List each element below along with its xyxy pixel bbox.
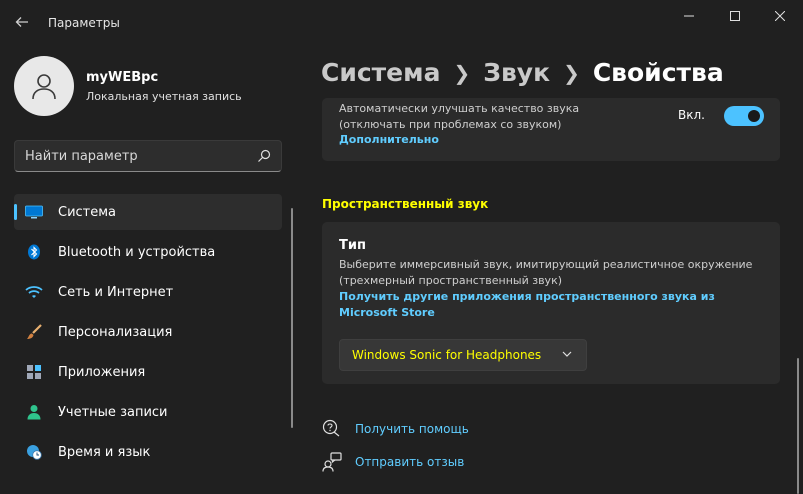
sidebar-item-label: Время и язык xyxy=(58,445,151,460)
feedback-icon xyxy=(322,452,342,472)
get-help-label: Получить помощь xyxy=(355,422,469,436)
sidebar-item-label: Персонализация xyxy=(58,325,173,340)
enhance-audio-toggle[interactable] xyxy=(724,106,764,126)
spatial-description: Выберите иммерсивный звук, имитирующий р… xyxy=(339,258,753,287)
sidebar-item-label: Сеть и Интернет xyxy=(58,285,174,300)
spatial-type-title: Тип xyxy=(339,238,366,253)
breadcrumb-system[interactable]: Система xyxy=(321,58,440,87)
search-input[interactable] xyxy=(25,141,245,171)
back-button[interactable] xyxy=(8,8,36,36)
main-scrollbar[interactable] xyxy=(797,358,799,494)
chevron-right-icon: ❯ xyxy=(453,60,471,85)
toggle-knob xyxy=(748,110,760,122)
selection-indicator xyxy=(14,204,17,220)
page-title: Свойства xyxy=(592,58,724,87)
sidebar-item-label: Учетные записи xyxy=(58,405,168,420)
enhance-description: Автоматически улучшать качество звука (о… xyxy=(339,101,579,133)
wifi-icon xyxy=(25,284,43,300)
help-chat-icon xyxy=(322,419,340,437)
sidebar-item-label: Система xyxy=(58,205,117,220)
search-icon[interactable] xyxy=(257,149,271,163)
spatial-format-dropdown[interactable]: Windows Sonic for Headphones xyxy=(339,339,587,371)
apps-icon xyxy=(25,364,43,380)
dropdown-selected-value: Windows Sonic for Headphones xyxy=(352,348,542,362)
sidebar-nav: Система Bluetooth и устройства Сеть и Ин… xyxy=(14,194,282,474)
search-box[interactable] xyxy=(14,140,282,172)
sidebar-scrollbar[interactable] xyxy=(291,208,293,428)
minimize-icon xyxy=(684,15,694,17)
back-arrow-icon xyxy=(15,17,28,27)
close-icon xyxy=(775,11,785,21)
display-icon xyxy=(25,204,43,220)
sidebar-item-personalization[interactable]: Персонализация xyxy=(14,314,282,350)
account-type: Локальная учетная запись xyxy=(86,90,242,103)
globe-clock-icon xyxy=(25,444,43,460)
sidebar-item-bluetooth[interactable]: Bluetooth и устройства xyxy=(14,234,282,270)
brush-icon xyxy=(25,324,43,340)
sidebar-item-label: Приложения xyxy=(58,365,146,380)
breadcrumb-sound[interactable]: Звук xyxy=(483,58,550,87)
sidebar-item-apps[interactable]: Приложения xyxy=(14,354,282,390)
sidebar: myWEBpc Локальная учетная запись Система… xyxy=(0,44,296,494)
sidebar-item-time-language[interactable]: Время и язык xyxy=(14,434,282,470)
maximize-icon xyxy=(730,11,740,21)
sidebar-item-accounts[interactable]: Учетные записи xyxy=(14,394,282,430)
spatial-apps-link[interactable]: Получить другие приложения пространствен… xyxy=(339,289,759,321)
enhance-more-link[interactable]: Дополнительно xyxy=(339,133,439,146)
sidebar-item-system[interactable]: Система xyxy=(14,194,282,230)
avatar[interactable] xyxy=(14,56,74,116)
person-icon xyxy=(25,404,43,420)
user-icon xyxy=(32,74,56,100)
minimize-button[interactable] xyxy=(666,4,712,28)
sidebar-item-label: Bluetooth и устройства xyxy=(58,245,216,260)
bluetooth-icon xyxy=(25,244,43,260)
sidebar-item-network[interactable]: Сеть и Интернет xyxy=(14,274,282,310)
user-name: myWEBpc xyxy=(86,70,159,85)
toggle-state-label: Вкл. xyxy=(678,108,705,122)
enhance-audio-card: Автоматически улучшать качество звука (о… xyxy=(322,98,780,161)
breadcrumb: Система ❯ Звук ❯ Свойства xyxy=(321,58,724,87)
enhance-description-line1: Автоматически улучшать качество звука xyxy=(339,102,580,115)
enhance-description-line2: (отключать при проблемах со звуком) xyxy=(339,118,562,131)
chevron-down-icon xyxy=(562,351,572,357)
spatial-sound-card: Тип Выберите иммерсивный звук, имитирующ… xyxy=(322,222,780,384)
feedback-label: Отправить отзыв xyxy=(355,455,465,469)
maximize-button[interactable] xyxy=(712,4,758,28)
chevron-right-icon: ❯ xyxy=(563,60,580,85)
close-button[interactable] xyxy=(757,4,803,28)
section-title-spatial-sound: Пространственный звук xyxy=(322,197,489,211)
app-title: Параметры xyxy=(48,16,120,30)
title-bar: Параметры xyxy=(0,0,803,44)
